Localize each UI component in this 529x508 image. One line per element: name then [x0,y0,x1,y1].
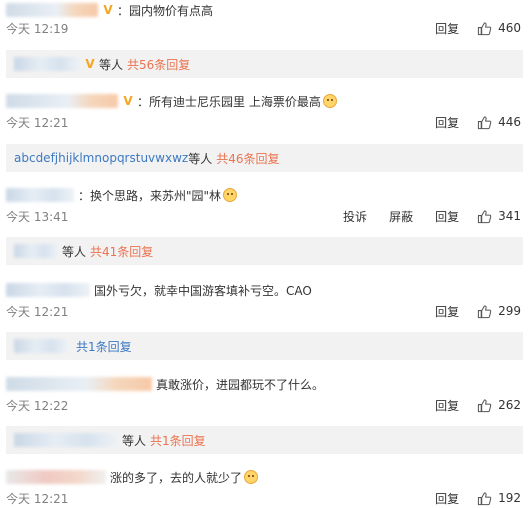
like-button[interactable]: 460 [477,21,521,36]
like-count: 341 [498,209,521,223]
reply-summary-suffix: 等人 [99,57,124,72]
reply-count-link[interactable]: 共1条回复 [150,432,206,449]
comment-meta: 今天 12:21 回复 446 [6,113,521,131]
replier-name[interactable]: abcdefjhijklmnopqrstuvwxwz [14,151,188,165]
reply-summary[interactable]: V 等人 共56条回复 [6,50,523,78]
comment-text: ：所有迪士尼乐园里 上海票价最高 [137,94,321,109]
thumbs-up-icon [477,398,492,412]
commenter-name-blurred[interactable] [6,470,106,484]
comment-meta: 今天 13:41 投诉 屏蔽 回复 341 [6,207,521,225]
comment-time: 今天 12:21 [6,304,69,319]
comment-time: 今天 12:22 [6,398,69,413]
comment-actions: 投诉 屏蔽 回复 341 [321,208,521,225]
like-count: 460 [498,21,521,35]
reply-summary-suffix: 等人 [188,151,213,166]
comment-meta: 今天 12:22 回复 262 [6,396,521,414]
like-count: 192 [498,491,521,505]
comment-meta: 今天 12:21 回复 192 [6,489,521,507]
comment-text-line: V ：园内物价有点高 [6,0,213,20]
like-button[interactable]: 262 [477,398,521,413]
reply-count-link[interactable]: 共46条回复 [216,150,279,167]
reply-count-link[interactable]: 共1条回复 [76,338,132,355]
comment-meta: 今天 12:19 回复 460 [6,19,521,37]
comment-time: 今天 13:41 [6,209,69,224]
verified-badge-icon: V [103,3,113,17]
comment-text: 国外亏欠，就幸中国游客填补亏空。CAO [94,283,312,298]
thumbs-up-icon [477,21,492,35]
reply-button[interactable]: 回复 [435,397,459,414]
comment-text: 涨的多了，去的人就少了 [110,470,243,485]
thumbs-up-icon [477,115,492,129]
reply-summary[interactable]: 等人 共41条回复 [6,237,523,265]
comment-actions: 回复 299 [413,303,521,320]
like-count: 299 [498,304,521,318]
comment-text-line: ：换个思路，来苏州"园"林 [6,185,238,205]
commenter-name-blurred[interactable] [6,188,74,202]
thumbs-up-icon [477,491,492,505]
comment-meta: 今天 12:21 回复 299 [6,302,521,320]
replier-name-blurred [14,57,80,71]
thumbs-up-icon [477,304,492,318]
block-button[interactable]: 屏蔽 [389,208,413,225]
commenter-name-blurred[interactable] [6,377,152,391]
reply-button[interactable]: 回复 [435,490,459,507]
reply-summary-suffix: 等人 [122,433,147,448]
report-button[interactable]: 投诉 [343,208,367,225]
like-button[interactable]: 446 [477,115,521,130]
reply-summary[interactable]: abcdefjhijklmnopqrstuvwxwz 等人 共46条回复 [6,144,523,172]
reply-button[interactable]: 回复 [435,114,459,131]
like-button[interactable]: 299 [477,304,521,319]
reply-button[interactable]: 回复 [435,20,459,37]
reply-count-link[interactable]: 共41条回复 [90,243,153,260]
like-button[interactable]: 192 [477,491,521,506]
emoji-icon [223,188,238,202]
comment-text: 真敢涨价，进园都玩不了什么。 [156,377,325,392]
replier-name-blurred [14,339,68,353]
comment-text-line: 国外亏欠，就幸中国游客填补亏空。CAO [6,280,312,300]
verified-badge-icon: V [123,94,133,108]
reply-button[interactable]: 回复 [435,208,459,225]
comment-text: ：园内物价有点高 [117,3,214,18]
comment-text-line: 真敢涨价，进园都玩不了什么。 [6,374,324,394]
reply-count-link[interactable]: 共56条回复 [127,56,190,73]
comment-feed: V ：园内物价有点高 今天 12:19 回复 460 V 等人 共56条回复 V… [0,0,529,508]
like-count: 262 [498,398,521,412]
comment-time: 今天 12:21 [6,115,69,130]
emoji-icon [322,94,337,108]
reply-button[interactable]: 回复 [435,303,459,320]
comment-time: 今天 12:19 [6,21,69,36]
like-button[interactable]: 341 [477,209,521,224]
comment-actions: 回复 446 [413,114,521,131]
comment-time: 今天 12:21 [6,491,69,506]
replier-name-blurred [14,433,118,447]
comment-actions: 回复 262 [413,397,521,414]
reply-summary-suffix: 等人 [62,244,87,259]
reply-summary[interactable]: 共1条回复 [6,332,523,360]
emoji-icon [244,470,259,484]
verified-badge-icon: V [85,57,95,71]
comment-actions: 回复 460 [413,20,521,37]
thumbs-up-icon [477,209,492,223]
comment-text: ：换个思路，来苏州"园"林 [78,188,222,203]
commenter-name-blurred[interactable] [6,3,98,17]
commenter-name-blurred[interactable] [6,94,118,108]
like-count: 446 [498,115,521,129]
comment-text-line: V ：所有迪士尼乐园里 上海票价最高 [6,91,337,111]
reply-summary[interactable]: 等人 共1条回复 [6,426,523,454]
comment-text-line: 涨的多了，去的人就少了 [6,467,259,487]
commenter-name-blurred[interactable] [6,283,90,297]
replier-name-blurred [14,244,58,258]
comment-actions: 回复 192 [413,490,521,507]
